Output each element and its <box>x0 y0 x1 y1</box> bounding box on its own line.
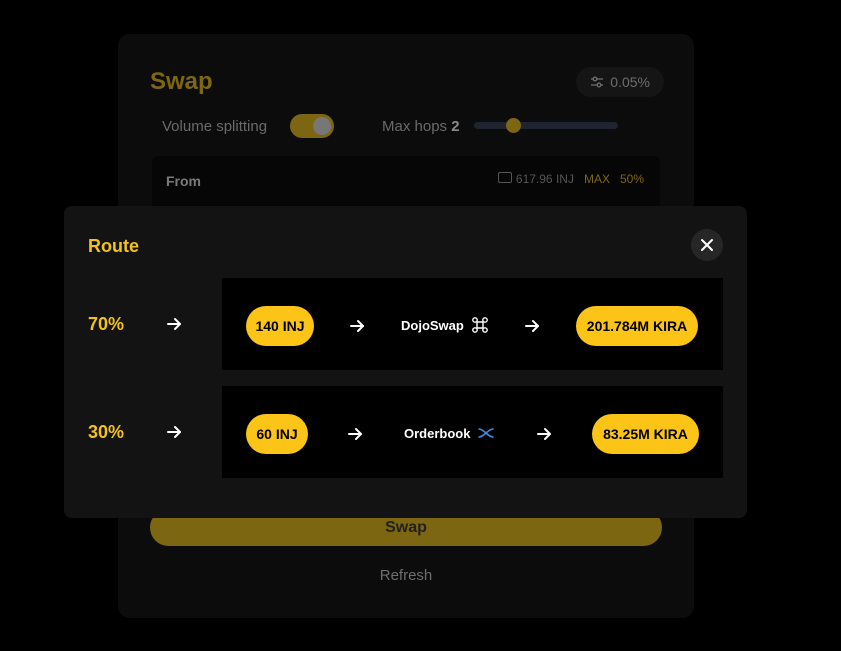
max-hops-value: 2 <box>451 118 460 135</box>
max-hops-label: Max hops 2 <box>382 118 460 135</box>
dojoswap-icon <box>471 317 488 333</box>
arrow-right-icon <box>348 428 362 440</box>
route-2-percent: 30% <box>88 422 125 442</box>
half-button[interactable]: 50% <box>620 172 644 186</box>
route-1-from-amount: 140 INJ <box>246 306 314 346</box>
route-1-percent: 70% <box>88 314 125 334</box>
route-1-dex-name: DojoSwap <box>401 317 464 333</box>
arrow-right-icon <box>167 318 181 330</box>
route-modal: Route 70% 140 INJ DojoSwap 201.784M KIRA… <box>64 206 747 518</box>
volume-splitting-toggle[interactable] <box>290 114 334 138</box>
route-modal-title: Route <box>88 236 139 256</box>
orderbook-icon <box>478 428 495 438</box>
route-2-from-amount: 60 INJ <box>246 414 308 454</box>
slippage-button[interactable]: 0.05% <box>576 67 664 97</box>
close-button[interactable] <box>691 229 723 261</box>
route-path-2: 60 INJ Orderbook 83.25M KIRA <box>222 386 723 478</box>
refresh-button[interactable]: Refresh <box>118 567 694 584</box>
arrow-right-icon <box>537 428 551 440</box>
close-icon <box>701 239 713 251</box>
balance-row: 617.96 INJ MAX 50% <box>497 172 644 186</box>
route-2-to-amount: 83.25M KIRA <box>592 414 699 454</box>
balance: 617.96 INJ <box>497 172 574 186</box>
slippage-value: 0.05% <box>610 74 650 90</box>
max-hops-slider-thumb[interactable] <box>506 118 521 133</box>
wallet-icon <box>497 172 512 183</box>
route-1-to-amount: 201.784M KIRA <box>576 306 698 346</box>
arrow-right-icon <box>525 320 539 332</box>
route-2-dex: Orderbook <box>404 424 495 442</box>
route-2-dex-name: Orderbook <box>404 425 471 441</box>
volume-splitting-label: Volume splitting <box>162 118 268 135</box>
route-1-dex: DojoSwap <box>401 316 489 334</box>
arrow-right-icon <box>350 320 364 332</box>
max-hops-slider[interactable] <box>474 122 618 129</box>
settings-sliders-icon <box>591 76 604 88</box>
arrow-right-icon <box>167 426 181 438</box>
swap-title: Swap <box>150 68 213 95</box>
balance-value: 617.96 INJ <box>515 172 574 186</box>
from-label: From <box>166 173 201 189</box>
max-button[interactable]: MAX <box>584 172 610 186</box>
max-hops-text: Max hops <box>382 118 448 135</box>
route-path-1: 140 INJ DojoSwap 201.784M KIRA <box>222 278 723 370</box>
